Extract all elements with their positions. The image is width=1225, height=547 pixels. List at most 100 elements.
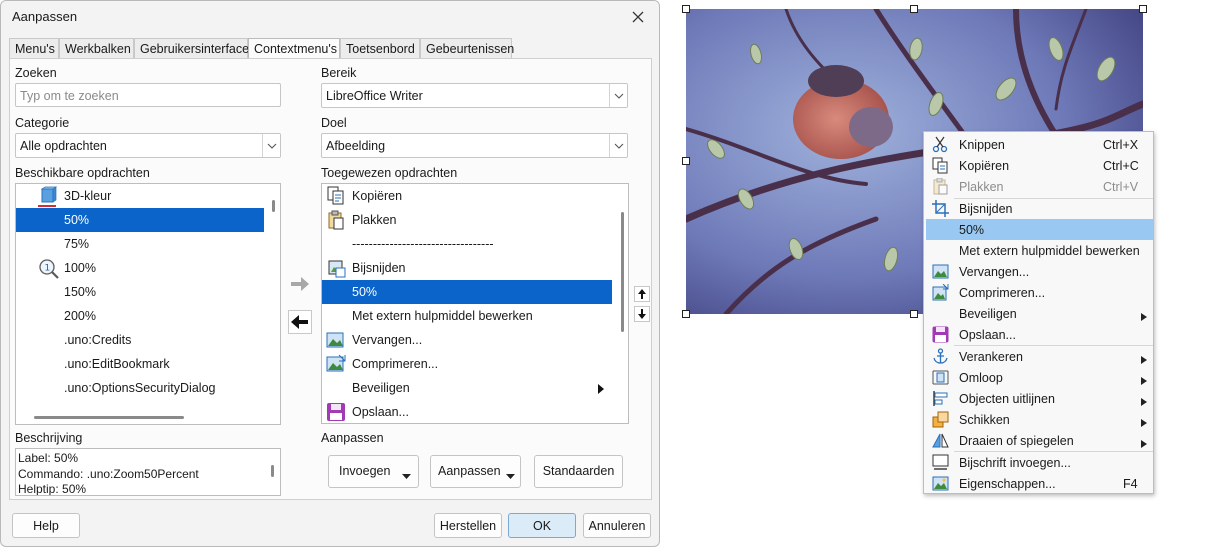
list-item-label: ---------------------------------- — [352, 237, 494, 251]
flip-icon — [932, 432, 949, 449]
menu-item-insert-caption[interactable]: Bijschrift invoegen... — [926, 452, 1153, 473]
category-value: Alle opdrachten — [20, 139, 107, 153]
menu-item-label: Vervangen... — [959, 265, 1030, 279]
menu-item-paste[interactable]: Plakken Ctrl+V — [926, 176, 1153, 197]
cancel-button[interactable]: Annuleren — [583, 513, 651, 538]
list-item[interactable]: 1 100% — [16, 256, 264, 280]
vertical-scrollbar[interactable] — [271, 465, 274, 477]
menu-item-zoom-50[interactable]: 50% — [926, 219, 1153, 240]
chevron-down-icon[interactable] — [262, 134, 280, 157]
menu-item-label: Opslaan... — [959, 328, 1016, 342]
menu-item-shortcut: Ctrl+X — [1103, 138, 1139, 152]
list-item-selected[interactable]: 50% — [322, 280, 612, 304]
tab-keyboard[interactable]: Toetsenbord — [340, 38, 420, 59]
resize-handle[interactable] — [910, 310, 918, 318]
caption-icon — [932, 454, 949, 471]
list-item[interactable]: 3D-kleur — [16, 184, 264, 208]
resize-handle[interactable] — [1139, 5, 1147, 13]
menu-item-edit-external[interactable]: Met extern hulpmiddel bewerken — [926, 240, 1153, 261]
anchor-icon — [932, 348, 949, 365]
search-input[interactable]: Typ om te zoeken — [15, 83, 281, 107]
close-icon[interactable] — [627, 6, 649, 28]
available-commands-list[interactable]: 3D-kleur 50% 75% 1 100% 150% 200% .uno:C… — [15, 183, 281, 425]
list-item[interactable]: .uno:OptionsSecurityDialog — [16, 376, 264, 400]
menu-item-save[interactable]: Opslaan... — [926, 324, 1153, 345]
list-item[interactable]: 200% — [16, 304, 264, 328]
target-select[interactable]: Afbeelding — [321, 133, 628, 158]
tab-user-interface[interactable]: Gebruikersinterface — [134, 38, 249, 59]
resize-handle[interactable] — [682, 5, 690, 13]
list-item[interactable]: Vervangen... — [322, 328, 612, 352]
submenu-arrow-icon — [597, 383, 605, 397]
dropdown-arrow-icon — [506, 469, 515, 483]
menu-item-label: Omloop — [959, 371, 1003, 385]
dialog-title: Aanpassen — [12, 9, 78, 24]
menu-item-replace[interactable]: Vervangen... — [926, 261, 1153, 282]
list-item[interactable]: .uno:EditBookmark — [16, 352, 264, 376]
move-down-icon[interactable] — [634, 306, 650, 322]
defaults-button[interactable]: Standaarden — [534, 455, 623, 488]
resize-handle[interactable] — [910, 5, 918, 13]
description-line: Helptip: 50% — [18, 482, 87, 496]
resize-handle[interactable] — [682, 157, 690, 165]
menu-item-cut[interactable]: Knippen Ctrl+X — [926, 134, 1153, 155]
wrap-icon — [932, 369, 949, 386]
chevron-down-icon[interactable] — [609, 84, 627, 107]
tab-toolbars[interactable]: Werkbalken — [59, 38, 134, 59]
list-item[interactable]: Beveiligen — [322, 376, 612, 400]
move-up-icon[interactable] — [634, 286, 650, 302]
available-commands-label: Beschikbare opdrachten — [15, 166, 150, 180]
resize-handle[interactable] — [682, 310, 690, 318]
tab-context-menus[interactable]: Contextmenu's — [248, 38, 340, 60]
list-item[interactable]: 150% — [16, 280, 264, 304]
list-item[interactable]: Plakken — [322, 208, 612, 232]
separator-item[interactable]: ---------------------------------- — [322, 232, 612, 256]
list-item-label: .uno:EditBookmark — [64, 357, 170, 371]
chevron-down-icon[interactable] — [609, 134, 627, 157]
help-button[interactable]: Help — [12, 513, 80, 538]
menu-item-align-objects[interactable]: Objecten uitlijnen — [926, 388, 1153, 409]
assigned-commands-list[interactable]: Kopiëren Plakken -----------------------… — [321, 183, 629, 424]
list-item[interactable]: Met extern hulpmiddel bewerken — [322, 304, 612, 328]
reset-button[interactable]: Herstellen — [434, 513, 502, 538]
list-item[interactable]: Bijsnijden — [322, 256, 612, 280]
vertical-scrollbar[interactable] — [272, 200, 275, 212]
crop-icon — [326, 258, 346, 281]
menu-item-protect[interactable]: Beveiligen — [926, 303, 1153, 324]
category-select[interactable]: Alle opdrachten — [15, 133, 281, 158]
menu-item-crop[interactable]: Bijsnijden — [926, 198, 1153, 219]
list-item[interactable]: 75% — [16, 232, 264, 256]
menu-item-rotate-flip[interactable]: Draaien of spiegelen — [926, 430, 1153, 451]
ok-button[interactable]: OK — [508, 513, 576, 538]
menu-item-wrap[interactable]: Omloop — [926, 367, 1153, 388]
list-item[interactable]: Kopiëren — [322, 184, 612, 208]
list-item-label: Comprimeren... — [352, 357, 439, 371]
list-item[interactable]: .uno:Credits — [16, 328, 264, 352]
list-item-label: 50% — [64, 213, 90, 227]
replace-image-icon — [932, 263, 949, 280]
add-arrow-icon[interactable] — [288, 272, 312, 296]
assigned-commands-label: Toegewezen opdrachten — [321, 166, 458, 180]
menu-item-label: Comprimeren... — [959, 286, 1046, 300]
list-item[interactable]: Opslaan... — [322, 400, 612, 423]
remove-arrow-icon[interactable] — [288, 310, 312, 334]
menu-item-label: Schikken — [959, 413, 1010, 427]
menu-item-arrange[interactable]: Schikken — [926, 409, 1153, 430]
list-item-selected[interactable]: 50% — [16, 208, 264, 232]
save-icon — [932, 326, 949, 343]
modify-button[interactable]: Aanpassen — [430, 455, 521, 488]
menu-item-properties[interactable]: Eigenschappen... F4 — [926, 473, 1153, 494]
horizontal-scrollbar[interactable] — [34, 416, 184, 419]
scope-select[interactable]: LibreOffice Writer — [321, 83, 628, 108]
tab-menus[interactable]: Menu's — [9, 38, 59, 59]
list-item[interactable]: Comprimeren... — [322, 352, 612, 376]
menu-item-label: Met extern hulpmiddel bewerken — [959, 244, 1140, 258]
insert-button[interactable]: Invoegen — [328, 455, 419, 488]
description-line: Commando: .uno:Zoom50Percent — [18, 466, 199, 481]
menu-item-label: Kopiëren — [959, 159, 1010, 173]
menu-item-compress[interactable]: Comprimeren... — [926, 282, 1153, 303]
menu-item-copy[interactable]: Kopiëren Ctrl+C — [926, 155, 1153, 176]
vertical-scrollbar[interactable] — [621, 212, 624, 332]
tab-events[interactable]: Gebeurtenissen — [420, 38, 514, 59]
menu-item-anchor[interactable]: Verankeren — [926, 346, 1153, 367]
